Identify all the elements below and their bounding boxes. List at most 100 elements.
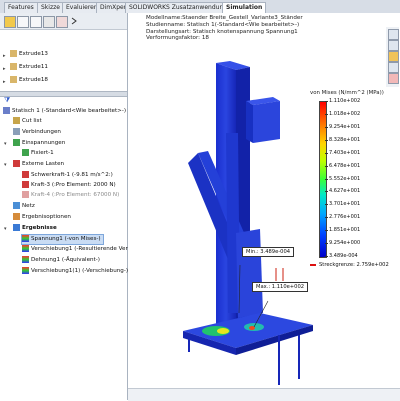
strain-plot-icon [22, 256, 29, 263]
view-palette-icon[interactable] [388, 62, 399, 73]
box-side [246, 101, 253, 143]
tree-item-extrude18[interactable]: Extrude18 [10, 76, 48, 85]
extrude-icon [10, 63, 17, 70]
expand-arrow-icon[interactable]: ▸ [3, 53, 6, 59]
tree-item-label: Extrude13 [19, 51, 48, 57]
task-pane-bar [386, 27, 399, 87]
legend-tick [325, 139, 328, 141]
fixtures-icon [13, 139, 20, 146]
tree-item-label: Cut list [22, 118, 42, 124]
legend-tick [325, 178, 328, 180]
legend-tick [325, 243, 328, 245]
legend-tick [325, 165, 328, 167]
stress-hotspot [217, 328, 229, 334]
home-icon[interactable] [388, 29, 399, 40]
yield-strength-label: Streckgrenze: 2.759e+002 [319, 262, 389, 268]
expand-arrow-icon[interactable]: ▸ [3, 79, 6, 85]
tree-item-label: Dehnung1 (-Äquivalent-) [31, 257, 100, 263]
leg [298, 335, 300, 379]
tree-item-label: Kraft-3 (:Pro Element: 2000 N) [31, 182, 116, 188]
feature-manager-icon[interactable] [4, 16, 16, 28]
stress-plot-icon [22, 235, 29, 242]
tree-item-fixiert-1[interactable]: Fixiert-1 [22, 149, 54, 158]
legend-value: 1.018e+002 [329, 110, 361, 117]
legend-tick [325, 230, 328, 232]
force-icon [22, 181, 29, 188]
design-library-icon[interactable] [388, 40, 399, 51]
dimxpert-icon[interactable] [43, 16, 55, 28]
min-callout: Min.: 3.489e-004 [242, 247, 295, 257]
legend-tick [325, 204, 328, 206]
expand-arrow-icon[interactable]: ▸ [3, 66, 6, 72]
tree-item-label: Einspannungen [22, 140, 66, 146]
collapse-arrow-icon[interactable]: ▾ [4, 141, 7, 147]
tree-item-extrude13[interactable]: Extrude13 [10, 50, 48, 59]
legend-value: 1.851e+001 [329, 227, 361, 234]
tree-item-schwerkraft[interactable]: Schwerkraft-1 (-9.81 m/s^2:) [22, 171, 113, 180]
legend-value: 9.254e+000 [329, 240, 361, 247]
panel-toolbar [0, 13, 127, 30]
configuration-manager-icon[interactable] [30, 16, 42, 28]
legend-tick [325, 126, 328, 128]
fixed-geometry-icon [22, 149, 29, 156]
legend-value: 4.627e+001 [329, 188, 361, 195]
results-folder-icon [13, 224, 20, 231]
tree-item-ergebnisoptionen[interactable]: Ergebnisoptionen [13, 213, 71, 222]
extrude-icon [10, 76, 17, 83]
tree-item-externe-lasten[interactable]: Externe Lasten [13, 160, 64, 169]
tab-skizze[interactable]: Skizze [37, 2, 64, 13]
tab-features[interactable]: Features [4, 2, 38, 13]
tree-item-label: Extrude11 [19, 64, 48, 70]
tree-item-cut-list[interactable]: Cut list [13, 117, 42, 126]
legend-title: von Mises (N/mm^2 (MPa)) [310, 90, 384, 96]
legend-value: 9.254e+001 [329, 123, 361, 130]
tree-item-verbindungen[interactable]: Verbindungen [13, 128, 61, 137]
filter-icon[interactable]: ⧩ [4, 96, 10, 105]
tree-item-kraft-4[interactable]: Kraft-4 (:Pro Element: 67000 N) [22, 191, 119, 200]
tree-item-label: Verschiebung1(1) (-Verschiebung-) [31, 268, 129, 274]
force-icon [22, 191, 29, 198]
tree-item-netz[interactable]: Netz [13, 202, 35, 211]
legend-tick [325, 191, 328, 193]
appearances-icon[interactable] [388, 73, 399, 84]
collapse-arrow-icon[interactable]: ▾ [4, 226, 7, 232]
tree-item-verschiebung1[interactable]: Verschiebung1 (-Resultierende Vers [22, 245, 131, 254]
yield-arrow-icon [310, 264, 316, 266]
tree-item-dehnung1[interactable]: Dehnung1 (-Äquivalent-) [22, 256, 100, 265]
legend-value: 3.701e+001 [329, 201, 361, 208]
tree-item-label: Externe Lasten [22, 161, 65, 167]
tree-item-extrude11[interactable]: Extrude11 [10, 63, 48, 72]
mesh-icon [13, 202, 20, 209]
cut-list-icon [13, 117, 20, 124]
property-manager-icon[interactable] [17, 16, 29, 28]
file-explorer-icon[interactable] [388, 51, 399, 62]
legend-value: 6.478e+001 [329, 162, 361, 169]
tree-item-einspannungen[interactable]: Einspannungen [13, 139, 65, 148]
tree-item-ergebnisse[interactable]: Ergebnisse [13, 224, 57, 233]
chevron-right-icon[interactable] [69, 16, 79, 26]
study-node[interactable]: Statisch 1 (-Standard<Wie bearbeitet>-) [3, 107, 126, 116]
external-loads-icon [13, 160, 20, 167]
tab-simulation[interactable]: Simulation [222, 2, 267, 13]
extrude-icon [10, 50, 17, 57]
panel-splitter[interactable] [0, 91, 127, 97]
tree-item-label: Kraft-4 (:Pro Element: 67000 N) [31, 192, 120, 198]
command-manager-tabs: Features Skizze Evaluieren DimXpert SOLI… [0, 0, 400, 14]
connections-icon [13, 128, 20, 135]
legend-tick [325, 256, 328, 257]
tree-item-kraft-3[interactable]: Kraft-3 (:Pro Element: 2000 N) [22, 181, 116, 190]
collapse-arrow-icon[interactable]: ▾ [4, 162, 7, 168]
tree-item-spannung1[interactable]: Spannung1 (-von Mises-) [21, 234, 104, 245]
tree-item-verschiebung1-1[interactable]: Verschiebung1(1) (-Verschiebung-) [22, 267, 128, 276]
legend-tick [325, 101, 328, 102]
max-callout: Max.: 1.110e+002 [252, 282, 309, 292]
tree-item-label: Ergebnisse [22, 225, 57, 231]
box-front [253, 101, 280, 143]
tree-item-label: Schwerkraft-1 (-9.81 m/s^2:) [31, 172, 113, 178]
legend-tick [325, 152, 328, 154]
display-manager-icon[interactable] [56, 16, 68, 28]
legend-value: 8.328e+001 [329, 136, 361, 143]
tree-item-label: Verbindungen [22, 129, 61, 135]
displacement-plot-icon [22, 245, 29, 252]
legend-value: 5.552e+001 [329, 175, 361, 182]
